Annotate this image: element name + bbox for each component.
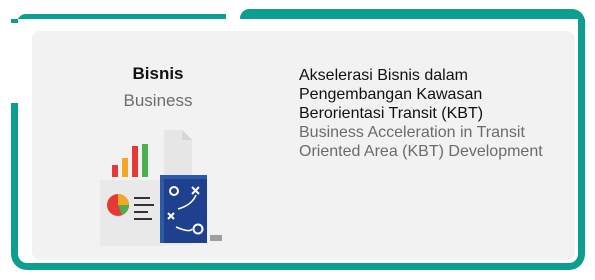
strategy-board-icon — [160, 175, 222, 243]
description-id-line: Pengembangan Kawasan — [299, 86, 483, 103]
description-id-line: Akselerasi Bisnis dalam — [299, 67, 468, 84]
bar-chart-icon — [112, 144, 148, 177]
report-document-icon — [100, 180, 164, 246]
category-subtitle: Business — [123, 91, 193, 110]
description-en-line: Oriented Area (KBT) Development — [299, 143, 543, 160]
frame-gap — [11, 23, 18, 103]
description-id-line: Berorientasi Transit (KBT) — [299, 105, 484, 122]
business-report-strategy-icon — [100, 130, 222, 246]
category-title: Bisnis — [132, 64, 184, 83]
description-en-line: Business Acceleration in Transit — [299, 124, 525, 141]
description: Akselerasi Bisnis dalam Pengembangan Kaw… — [299, 66, 569, 161]
